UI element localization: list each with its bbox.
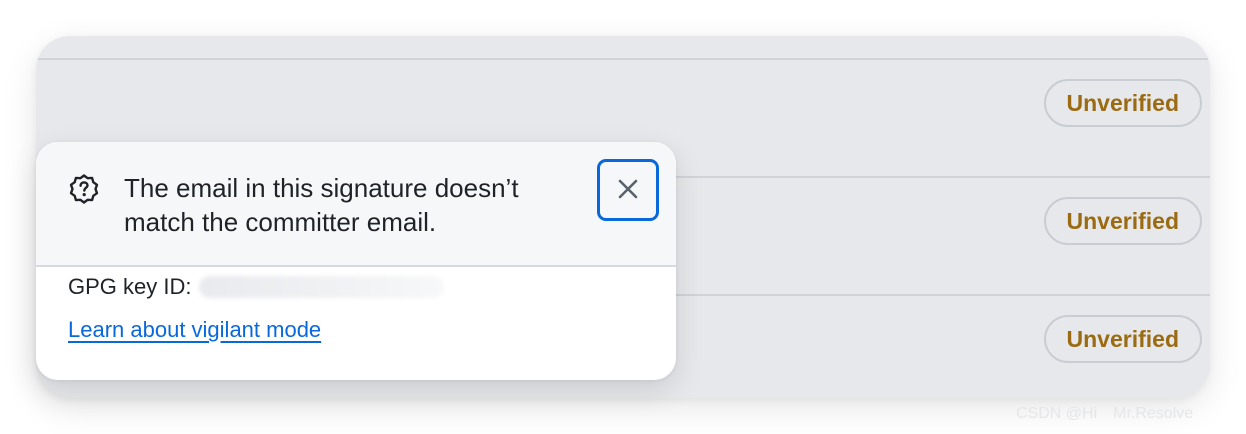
screenshot-stage: Unverified Unverified Unverified The ema… <box>0 0 1246 434</box>
popover-header: The email in this signature doesn’t matc… <box>36 142 676 267</box>
message-line: match the committer email. <box>124 207 437 237</box>
unverified-badge[interactable]: Unverified <box>1043 197 1202 245</box>
gpg-key-row: GPG key ID: <box>68 272 648 302</box>
learn-vigilant-mode-link[interactable]: Learn about vigilant mode <box>68 315 321 345</box>
gpg-key-label: GPG key ID: <box>68 274 192 299</box>
question-badge-icon <box>68 173 100 205</box>
close-button[interactable] <box>597 159 659 221</box>
close-icon <box>617 178 639 203</box>
watermark: CSDN @Hi Mr.Resolve <box>1016 405 1194 422</box>
redacted-key-id <box>199 276 445 298</box>
message-line: The email in this signature doesn’t <box>124 173 519 203</box>
unverified-badge[interactable]: Unverified <box>1043 79 1202 127</box>
signature-popover: The email in this signature doesn’t matc… <box>36 142 676 380</box>
unverified-badge[interactable]: Unverified <box>1043 315 1202 363</box>
signature-message: The email in this signature doesn’t matc… <box>124 171 594 239</box>
